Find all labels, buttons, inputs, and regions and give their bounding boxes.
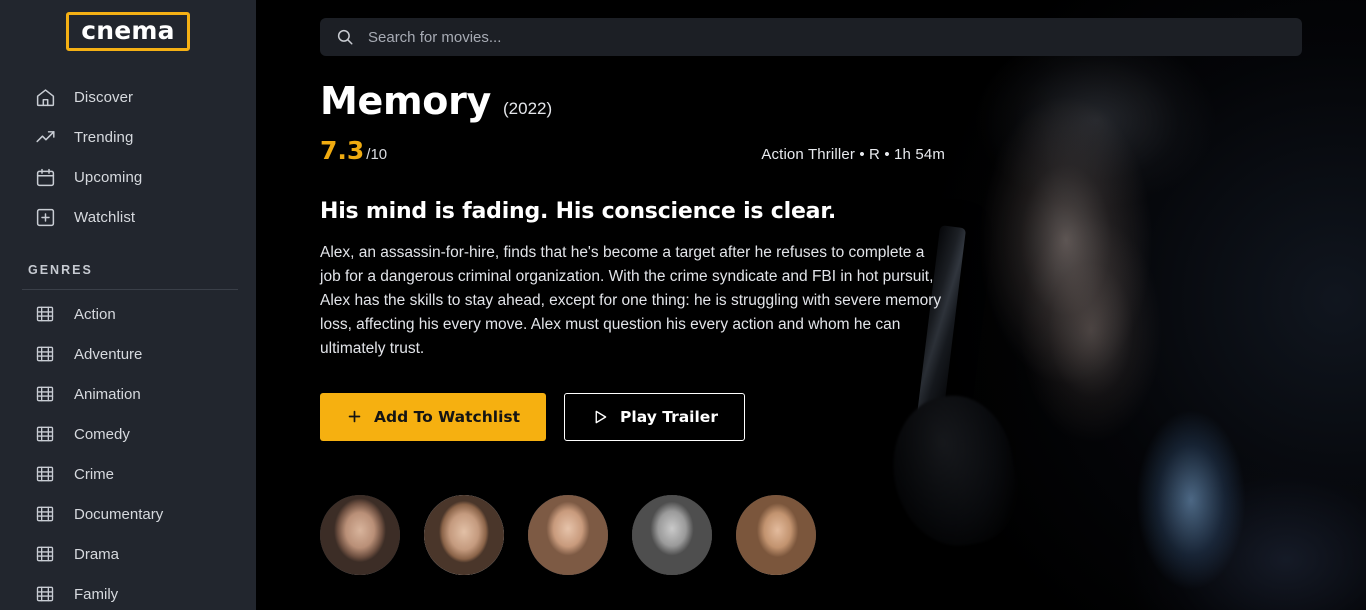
genres-section-header: GENRES	[28, 263, 93, 277]
sidebar-item-label: Trending	[74, 128, 134, 146]
sidebar-genre-adventure[interactable]: Adventure	[0, 334, 256, 374]
rating: 7.3 /10	[320, 136, 387, 165]
sidebar-item-watchlist[interactable]: Watchlist	[0, 197, 256, 237]
sidebar-genre-comedy[interactable]: Comedy	[0, 414, 256, 454]
avatar	[528, 495, 608, 575]
play-trailer-button[interactable]: Play Trailer	[564, 392, 745, 441]
avatar	[424, 495, 504, 575]
sidebar-genre-crime[interactable]: Crime	[0, 454, 256, 494]
add-to-watchlist-label: Add To Watchlist	[374, 407, 521, 426]
cast-avatar[interactable]	[632, 495, 712, 575]
sidebar-item-label: Upcoming	[74, 168, 143, 186]
cast-avatar[interactable]	[528, 495, 608, 575]
add-to-watchlist-button[interactable]: Add To Watchlist	[320, 392, 547, 441]
plus-icon	[346, 408, 363, 425]
movie-tagline: His mind is fading. His conscience is cl…	[320, 198, 836, 224]
play-icon	[591, 408, 609, 426]
avatar	[632, 495, 712, 575]
title-row: Memory (2022)	[320, 79, 960, 123]
meta-row: 7.3 /10 Action Thriller • R • 1h 54m	[320, 136, 945, 165]
cast-avatar[interactable]	[320, 495, 400, 575]
genre-nav: Action Adventure Animation Comedy Crime …	[0, 294, 256, 610]
film-icon	[34, 423, 56, 445]
movie-hero: Memory (2022) 7.3 /10 Action Thriller • …	[320, 79, 960, 441]
sidebar-genre-animation[interactable]: Animation	[0, 374, 256, 414]
cast-avatar[interactable]	[736, 495, 816, 575]
genre-label: Animation	[74, 385, 141, 403]
film-icon	[34, 543, 56, 565]
genre-label: Family	[74, 585, 119, 603]
avatar	[736, 495, 816, 575]
movie-year: (2022)	[503, 99, 553, 118]
sidebar-genre-family[interactable]: Family	[0, 574, 256, 610]
genre-label: Documentary	[74, 505, 164, 523]
home-icon	[34, 86, 56, 108]
film-icon	[34, 383, 56, 405]
genre-label: Drama	[74, 545, 120, 563]
hero-actions: Add To Watchlist Play Trailer	[320, 392, 960, 441]
rating-value: 7.3	[320, 135, 365, 165]
film-icon	[34, 343, 56, 365]
avatar	[320, 495, 400, 575]
film-icon	[34, 583, 56, 605]
sidebar-genre-drama[interactable]: Drama	[0, 534, 256, 574]
film-icon	[34, 503, 56, 525]
movie-meta-facts: Action Thriller • R • 1h 54m	[761, 145, 945, 163]
search-bar[interactable]	[320, 18, 1302, 56]
sidebar-genre-action[interactable]: Action	[0, 294, 256, 334]
play-trailer-label: Play Trailer	[620, 407, 718, 426]
logo-box: cnema	[66, 12, 190, 51]
genre-label: Action	[74, 305, 116, 323]
film-icon	[34, 303, 56, 325]
sidebar-item-label: Discover	[74, 88, 134, 106]
genre-label: Crime	[74, 465, 114, 483]
rating-max: /10	[366, 145, 388, 163]
sidebar-item-label: Watchlist	[74, 208, 136, 226]
logo-text: cnema	[81, 16, 175, 45]
cast-avatar[interactable]	[424, 495, 504, 575]
sidebar-item-discover[interactable]: Discover	[0, 77, 256, 117]
search-icon	[336, 28, 354, 46]
sidebar: cnema Discover Trending Upcoming Watchli…	[0, 0, 256, 610]
trending-up-icon	[34, 126, 56, 148]
search-input[interactable]	[368, 28, 1286, 46]
primary-nav: Discover Trending Upcoming Watchlist	[0, 77, 256, 237]
plus-square-icon	[34, 206, 56, 228]
movie-overview: Alex, an assassin-for-hire, finds that h…	[320, 243, 942, 357]
genres-divider	[22, 289, 238, 290]
genre-label: Comedy	[74, 425, 130, 443]
sidebar-genre-documentary[interactable]: Documentary	[0, 494, 256, 534]
movie-title: Memory	[320, 79, 491, 123]
sidebar-item-trending[interactable]: Trending	[0, 117, 256, 157]
logo[interactable]: cnema	[0, 0, 256, 51]
genre-label: Adventure	[74, 345, 143, 363]
cast-list	[320, 495, 816, 575]
app-root: cnema Discover Trending Upcoming Watchli…	[0, 0, 1366, 610]
calendar-icon	[34, 166, 56, 188]
film-icon	[34, 463, 56, 485]
sidebar-item-upcoming[interactable]: Upcoming	[0, 157, 256, 197]
